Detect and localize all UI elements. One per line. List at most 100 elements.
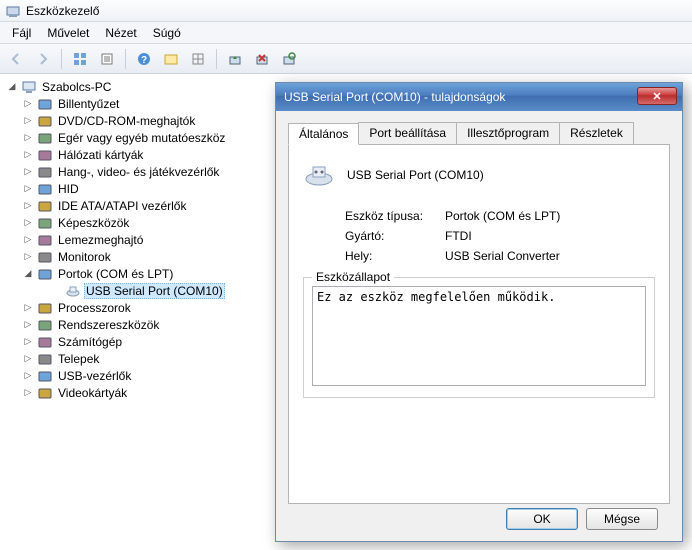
tab-page-general: USB Serial Port (COM10) Eszköz típusa: P…: [288, 144, 670, 504]
show-hidden-button[interactable]: [159, 47, 183, 71]
category-icon: [37, 368, 53, 384]
ok-button[interactable]: OK: [506, 508, 578, 530]
svg-text:?: ?: [141, 55, 147, 66]
port-icon: [65, 283, 81, 299]
uninstall-button[interactable]: [250, 47, 274, 71]
toolbar-separator: [61, 49, 62, 69]
expand-icon[interactable]: ▷: [22, 234, 34, 246]
device-status-field: Eszközállapot: [303, 277, 655, 398]
category-icon: [37, 96, 53, 112]
expand-icon[interactable]: ▷: [22, 217, 34, 229]
device-name: USB Serial Port (COM10): [347, 168, 484, 182]
status-textbox[interactable]: [312, 286, 646, 386]
category-icon: [37, 113, 53, 129]
prop-mfr-row: Gyártó: FTDI: [345, 229, 655, 243]
tree-category-label: HID: [56, 181, 81, 197]
device-icon: [303, 159, 335, 191]
window-titlebar: Eszközkezelő: [0, 0, 692, 22]
menu-view[interactable]: Nézet: [97, 24, 144, 42]
expand-icon[interactable]: ▷: [22, 302, 34, 314]
expand-icon[interactable]: ◢: [22, 268, 34, 280]
computer-icon: [21, 79, 37, 95]
prop-type-value: Portok (COM és LPT): [445, 209, 560, 223]
expand-icon[interactable]: ▷: [22, 319, 34, 331]
view-mode-button[interactable]: [68, 47, 92, 71]
help-button[interactable]: ?: [132, 47, 156, 71]
category-icon: [37, 198, 53, 214]
menu-action[interactable]: Művelet: [39, 24, 97, 42]
prop-loc-value: USB Serial Converter: [445, 249, 560, 263]
tree-category-label: Lemezmeghajtó: [56, 232, 145, 248]
expand-icon[interactable]: ▷: [22, 336, 34, 348]
tree-category-label: Telepek: [56, 351, 101, 367]
update-driver-button[interactable]: [223, 47, 247, 71]
category-icon: [37, 249, 53, 265]
menu-file[interactable]: Fájl: [4, 24, 39, 42]
scan-hardware-button[interactable]: [277, 47, 301, 71]
forward-button: [31, 47, 55, 71]
tab-general[interactable]: Általános: [288, 123, 359, 145]
toolbar-separator: [216, 49, 217, 69]
expand-icon[interactable]: ▷: [22, 183, 34, 195]
expand-icon[interactable]: ▷: [22, 200, 34, 212]
category-icon: [37, 385, 53, 401]
category-icon: [37, 147, 53, 163]
prop-type-row: Eszköz típusa: Portok (COM és LPT): [345, 209, 655, 223]
expand-icon[interactable]: ▷: [22, 166, 34, 178]
tree-category-label: Processzorok: [56, 300, 133, 316]
expand-icon[interactable]: ▷: [22, 149, 34, 161]
tree-category-label: Monitorok: [56, 249, 113, 265]
tree-category-label: Hang-, video- és játékvezérlők: [56, 164, 221, 180]
category-icon: [37, 164, 53, 180]
grid-button[interactable]: [186, 47, 210, 71]
category-icon: [37, 215, 53, 231]
tree-category-label: Videokártyák: [56, 385, 129, 401]
expand-icon[interactable]: ▷: [22, 115, 34, 127]
category-icon: [37, 130, 53, 146]
category-icon: [37, 317, 53, 333]
expand-icon[interactable]: ▷: [22, 132, 34, 144]
tab-strip: Általános Port beállítása Illesztőprogra…: [288, 122, 670, 145]
category-icon: [37, 232, 53, 248]
tree-category-label: Számítógép: [56, 334, 124, 350]
category-icon: [37, 334, 53, 350]
properties-button[interactable]: [95, 47, 119, 71]
close-button[interactable]: ✕: [637, 87, 677, 105]
cancel-button[interactable]: Mégse: [586, 508, 658, 530]
prop-loc-label: Hely:: [345, 249, 445, 263]
expand-icon[interactable]: ▷: [22, 387, 34, 399]
collapse-icon[interactable]: ◢: [6, 81, 18, 93]
toolbar: ?: [0, 44, 692, 74]
tab-port[interactable]: Port beállítása: [358, 122, 457, 144]
close-icon: ✕: [652, 90, 661, 103]
menu-help[interactable]: Súgó: [145, 24, 189, 42]
tree-category-label: Hálózati kártyák: [56, 147, 145, 163]
category-icon: [37, 266, 53, 282]
tree-device-label: USB Serial Port (COM10): [84, 283, 225, 299]
tab-details[interactable]: Részletek: [559, 122, 634, 144]
expand-icon[interactable]: ▷: [22, 98, 34, 110]
tree-root-label: Szabolcs-PC: [40, 79, 113, 95]
tree-category-label: USB-vezérlők: [56, 368, 133, 384]
window-title: Eszközkezelő: [26, 4, 99, 18]
expand-icon[interactable]: ▷: [22, 370, 34, 382]
tree-category-label: Portok (COM és LPT): [56, 266, 175, 282]
category-icon: [37, 181, 53, 197]
prop-mfr-label: Gyártó:: [345, 229, 445, 243]
tree-category-label: IDE ATA/ATAPI vezérlők: [56, 198, 188, 214]
prop-mfr-value: FTDI: [445, 229, 472, 243]
category-icon: [37, 351, 53, 367]
app-icon: [6, 4, 20, 18]
expand-icon[interactable]: ▷: [22, 353, 34, 365]
tree-category-label: Billentyűzet: [56, 96, 121, 112]
tree-category-label: Rendszereszközök: [56, 317, 161, 333]
tab-driver[interactable]: Illesztőprogram: [456, 122, 560, 144]
tree-category-label: Egér vagy egyéb mutatóeszköz: [56, 130, 227, 146]
back-button: [4, 47, 28, 71]
category-icon: [37, 300, 53, 316]
expand-icon[interactable]: ▷: [22, 251, 34, 263]
dialog-titlebar[interactable]: USB Serial Port (COM10) - tulajdonságok …: [276, 83, 682, 111]
dialog-title: USB Serial Port (COM10) - tulajdonságok: [284, 90, 505, 104]
prop-loc-row: Hely: USB Serial Converter: [345, 249, 655, 263]
status-legend: Eszközállapot: [312, 270, 394, 284]
